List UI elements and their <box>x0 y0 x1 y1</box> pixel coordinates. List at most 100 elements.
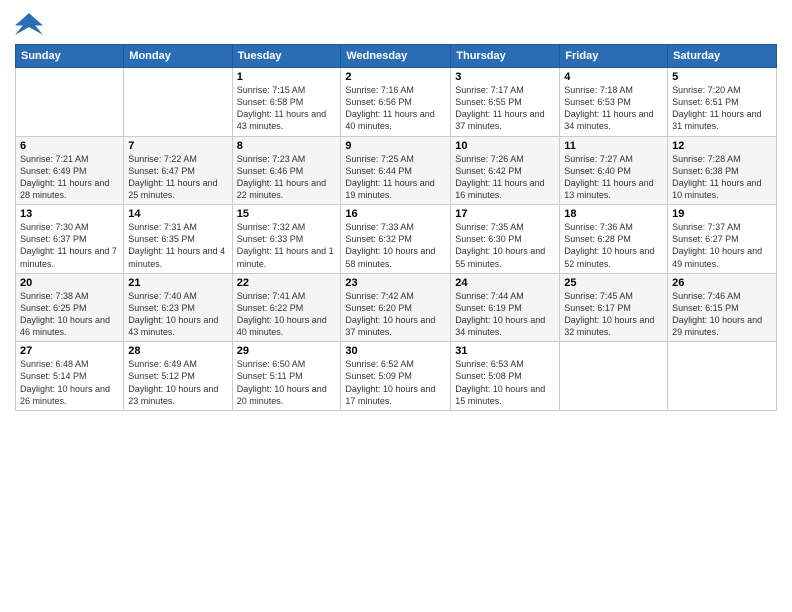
day-number: 25 <box>564 277 663 289</box>
calendar-cell: 5Sunrise: 7:20 AM Sunset: 6:51 PM Daylig… <box>668 68 777 137</box>
day-info: Sunrise: 7:44 AM Sunset: 6:19 PM Dayligh… <box>455 290 555 339</box>
day-info: Sunrise: 6:52 AM Sunset: 5:09 PM Dayligh… <box>345 358 446 407</box>
day-number: 26 <box>672 277 772 289</box>
calendar-week-row: 20Sunrise: 7:38 AM Sunset: 6:25 PM Dayli… <box>16 273 777 342</box>
day-info: Sunrise: 7:22 AM Sunset: 6:47 PM Dayligh… <box>128 153 227 202</box>
day-number: 29 <box>237 345 337 357</box>
day-info: Sunrise: 7:15 AM Sunset: 6:58 PM Dayligh… <box>237 84 337 133</box>
day-number: 17 <box>455 208 555 220</box>
day-number: 12 <box>672 140 772 152</box>
day-info: Sunrise: 7:23 AM Sunset: 6:46 PM Dayligh… <box>237 153 337 202</box>
day-number: 8 <box>237 140 337 152</box>
day-info: Sunrise: 7:26 AM Sunset: 6:42 PM Dayligh… <box>455 153 555 202</box>
calendar-cell <box>124 68 232 137</box>
day-info: Sunrise: 7:21 AM Sunset: 6:49 PM Dayligh… <box>20 153 119 202</box>
calendar-day-header: Wednesday <box>341 45 451 68</box>
day-number: 2 <box>345 71 446 83</box>
calendar-cell: 3Sunrise: 7:17 AM Sunset: 6:55 PM Daylig… <box>451 68 560 137</box>
day-number: 19 <box>672 208 772 220</box>
day-number: 23 <box>345 277 446 289</box>
day-number: 16 <box>345 208 446 220</box>
calendar-cell: 30Sunrise: 6:52 AM Sunset: 5:09 PM Dayli… <box>341 342 451 411</box>
logo <box>15 10 47 38</box>
day-number: 18 <box>564 208 663 220</box>
day-info: Sunrise: 6:49 AM Sunset: 5:12 PM Dayligh… <box>128 358 227 407</box>
day-number: 10 <box>455 140 555 152</box>
day-info: Sunrise: 7:46 AM Sunset: 6:15 PM Dayligh… <box>672 290 772 339</box>
calendar-cell <box>668 342 777 411</box>
logo-icon <box>15 10 43 38</box>
calendar-cell: 17Sunrise: 7:35 AM Sunset: 6:30 PM Dayli… <box>451 205 560 274</box>
day-number: 15 <box>237 208 337 220</box>
day-info: Sunrise: 7:32 AM Sunset: 6:33 PM Dayligh… <box>237 221 337 270</box>
day-info: Sunrise: 6:48 AM Sunset: 5:14 PM Dayligh… <box>20 358 119 407</box>
calendar-cell: 9Sunrise: 7:25 AM Sunset: 6:44 PM Daylig… <box>341 136 451 205</box>
calendar-table: SundayMondayTuesdayWednesdayThursdayFrid… <box>15 44 777 411</box>
calendar-day-header: Friday <box>560 45 668 68</box>
calendar-cell: 31Sunrise: 6:53 AM Sunset: 5:08 PM Dayli… <box>451 342 560 411</box>
calendar-cell: 2Sunrise: 7:16 AM Sunset: 6:56 PM Daylig… <box>341 68 451 137</box>
calendar-cell: 10Sunrise: 7:26 AM Sunset: 6:42 PM Dayli… <box>451 136 560 205</box>
calendar-cell: 25Sunrise: 7:45 AM Sunset: 6:17 PM Dayli… <box>560 273 668 342</box>
calendar-cell: 20Sunrise: 7:38 AM Sunset: 6:25 PM Dayli… <box>16 273 124 342</box>
day-info: Sunrise: 7:27 AM Sunset: 6:40 PM Dayligh… <box>564 153 663 202</box>
calendar-cell: 14Sunrise: 7:31 AM Sunset: 6:35 PM Dayli… <box>124 205 232 274</box>
calendar-cell: 8Sunrise: 7:23 AM Sunset: 6:46 PM Daylig… <box>232 136 341 205</box>
calendar-cell: 11Sunrise: 7:27 AM Sunset: 6:40 PM Dayli… <box>560 136 668 205</box>
page: SundayMondayTuesdayWednesdayThursdayFrid… <box>0 0 792 612</box>
calendar-header-row: SundayMondayTuesdayWednesdayThursdayFrid… <box>16 45 777 68</box>
day-number: 3 <box>455 71 555 83</box>
calendar-cell: 18Sunrise: 7:36 AM Sunset: 6:28 PM Dayli… <box>560 205 668 274</box>
day-number: 9 <box>345 140 446 152</box>
day-info: Sunrise: 7:33 AM Sunset: 6:32 PM Dayligh… <box>345 221 446 270</box>
day-info: Sunrise: 7:41 AM Sunset: 6:22 PM Dayligh… <box>237 290 337 339</box>
calendar-week-row: 13Sunrise: 7:30 AM Sunset: 6:37 PM Dayli… <box>16 205 777 274</box>
day-number: 1 <box>237 71 337 83</box>
day-info: Sunrise: 7:20 AM Sunset: 6:51 PM Dayligh… <box>672 84 772 133</box>
day-info: Sunrise: 7:30 AM Sunset: 6:37 PM Dayligh… <box>20 221 119 270</box>
calendar-day-header: Tuesday <box>232 45 341 68</box>
calendar-cell: 21Sunrise: 7:40 AM Sunset: 6:23 PM Dayli… <box>124 273 232 342</box>
day-number: 21 <box>128 277 227 289</box>
calendar-cell <box>16 68 124 137</box>
calendar-day-header: Monday <box>124 45 232 68</box>
day-number: 11 <box>564 140 663 152</box>
calendar-cell: 27Sunrise: 6:48 AM Sunset: 5:14 PM Dayli… <box>16 342 124 411</box>
day-info: Sunrise: 7:18 AM Sunset: 6:53 PM Dayligh… <box>564 84 663 133</box>
calendar-cell: 19Sunrise: 7:37 AM Sunset: 6:27 PM Dayli… <box>668 205 777 274</box>
day-number: 5 <box>672 71 772 83</box>
day-info: Sunrise: 7:17 AM Sunset: 6:55 PM Dayligh… <box>455 84 555 133</box>
day-number: 24 <box>455 277 555 289</box>
day-info: Sunrise: 7:45 AM Sunset: 6:17 PM Dayligh… <box>564 290 663 339</box>
day-number: 22 <box>237 277 337 289</box>
calendar-week-row: 6Sunrise: 7:21 AM Sunset: 6:49 PM Daylig… <box>16 136 777 205</box>
calendar-cell: 1Sunrise: 7:15 AM Sunset: 6:58 PM Daylig… <box>232 68 341 137</box>
day-info: Sunrise: 7:16 AM Sunset: 6:56 PM Dayligh… <box>345 84 446 133</box>
day-info: Sunrise: 7:37 AM Sunset: 6:27 PM Dayligh… <box>672 221 772 270</box>
calendar-cell: 28Sunrise: 6:49 AM Sunset: 5:12 PM Dayli… <box>124 342 232 411</box>
day-number: 20 <box>20 277 119 289</box>
day-info: Sunrise: 7:40 AM Sunset: 6:23 PM Dayligh… <box>128 290 227 339</box>
calendar-cell: 7Sunrise: 7:22 AM Sunset: 6:47 PM Daylig… <box>124 136 232 205</box>
day-number: 28 <box>128 345 227 357</box>
calendar-cell: 6Sunrise: 7:21 AM Sunset: 6:49 PM Daylig… <box>16 136 124 205</box>
header <box>15 10 777 38</box>
day-number: 31 <box>455 345 555 357</box>
day-number: 30 <box>345 345 446 357</box>
calendar-cell <box>560 342 668 411</box>
day-number: 27 <box>20 345 119 357</box>
calendar-cell: 4Sunrise: 7:18 AM Sunset: 6:53 PM Daylig… <box>560 68 668 137</box>
day-number: 7 <box>128 140 227 152</box>
day-info: Sunrise: 7:42 AM Sunset: 6:20 PM Dayligh… <box>345 290 446 339</box>
calendar-week-row: 27Sunrise: 6:48 AM Sunset: 5:14 PM Dayli… <box>16 342 777 411</box>
calendar-cell: 24Sunrise: 7:44 AM Sunset: 6:19 PM Dayli… <box>451 273 560 342</box>
calendar-cell: 15Sunrise: 7:32 AM Sunset: 6:33 PM Dayli… <box>232 205 341 274</box>
calendar-cell: 13Sunrise: 7:30 AM Sunset: 6:37 PM Dayli… <box>16 205 124 274</box>
day-number: 13 <box>20 208 119 220</box>
day-info: Sunrise: 6:50 AM Sunset: 5:11 PM Dayligh… <box>237 358 337 407</box>
day-number: 6 <box>20 140 119 152</box>
day-info: Sunrise: 7:31 AM Sunset: 6:35 PM Dayligh… <box>128 221 227 270</box>
day-info: Sunrise: 7:25 AM Sunset: 6:44 PM Dayligh… <box>345 153 446 202</box>
calendar-day-header: Saturday <box>668 45 777 68</box>
day-info: Sunrise: 7:36 AM Sunset: 6:28 PM Dayligh… <box>564 221 663 270</box>
